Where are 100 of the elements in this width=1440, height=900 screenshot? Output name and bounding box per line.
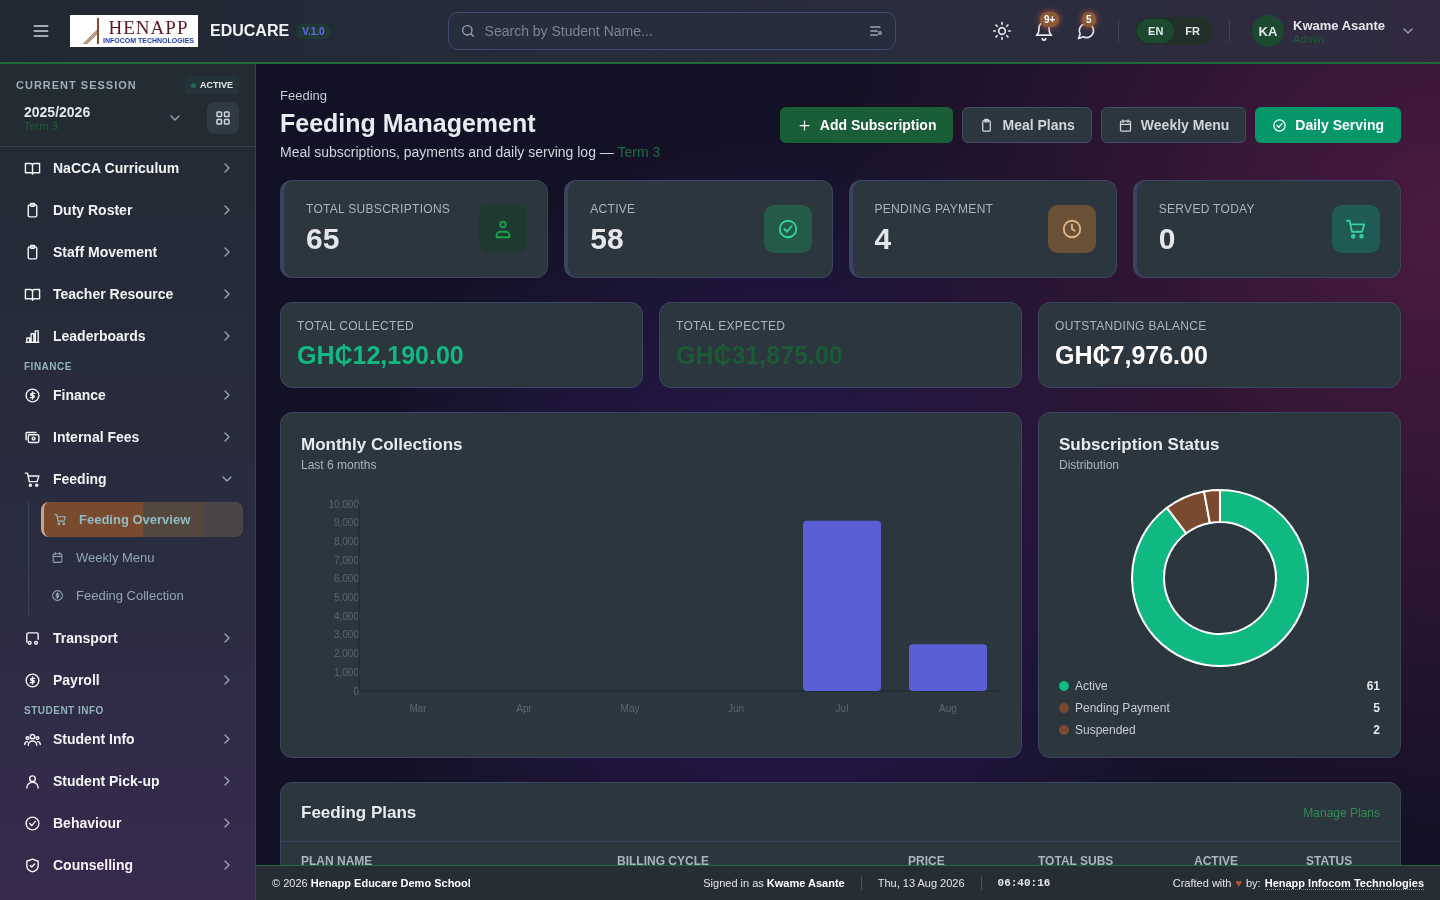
version-badge: V.1.0 [296,23,331,39]
stat-value: 65 [306,222,341,256]
amount-value: GH₵12,190.00 [297,341,465,370]
stat-label: ACTIVE [590,202,636,216]
sidebar-item[interactable]: NaCCA Curriculum [16,147,243,189]
filter-icon[interactable] [867,23,884,39]
amount-label: TOTAL COLLECTED [297,319,415,333]
stat-label: PENDING PAYMENT [874,202,994,216]
card-subtitle: Distribution [1059,458,1121,472]
chat-icon[interactable] [1076,21,1097,41]
legend-label: Active [1075,679,1109,693]
column-header: STATUS [1306,854,1354,865]
dollar-icon [24,386,41,404]
calendar-icon [1117,117,1133,133]
sidebar-item[interactable]: Feeding [16,458,243,500]
legend-value: 5 [1373,701,1380,715]
check-circle-icon [776,218,799,240]
amount-label: OUTSTANDING BALANCE [1055,319,1208,333]
column-header: ACTIVE [1194,854,1239,865]
user-name: Kwame Asante [1293,17,1385,33]
sidebar-item[interactable]: Counselling [16,844,243,886]
card-title: Subscription Status [1059,435,1221,455]
legend-label: Suspended [1075,723,1137,737]
language-option[interactable]: FR [1174,19,1211,43]
session-label: CURRENT SESSION [16,79,137,91]
cart-icon [1345,218,1367,240]
amount-label: TOTAL EXPECTED [676,319,787,333]
sidebar-item[interactable]: Payroll [16,659,243,701]
action-button[interactable]: Add Subscription [779,107,954,143]
amount-value: GH₵7,976.00 [1055,341,1209,370]
heart-icon: ♥ [1235,877,1242,889]
logo-wordmark: HENAPP [108,18,189,37]
check-circle-icon [24,814,41,832]
status-badge: ACTIVE [185,76,239,94]
credit-text: by: [1246,877,1261,889]
sidebar-item[interactable]: Behaviour [16,802,243,844]
avatar[interactable]: KA [1252,15,1284,47]
sidebar-item[interactable]: Staff Movement [16,231,243,273]
card-subtitle: Last 6 months [301,458,378,472]
sidebar-item[interactable]: Student Info [16,718,243,760]
bell-icon[interactable] [1034,21,1055,41]
stat-label: TOTAL SUBSCRIPTIONS [306,202,451,216]
plus-icon [796,117,812,133]
language-option[interactable]: EN [1137,19,1175,43]
cart-icon [24,470,41,488]
credit-text: Crafted with [1172,877,1232,889]
grid-icon [214,109,232,127]
action-button[interactable]: Daily Serving [1255,107,1401,143]
submenu-item[interactable]: Weekly Menu [41,540,243,575]
column-header: TOTAL SUBS [1038,854,1115,865]
cart-icon [54,513,67,526]
stat-value: 58 [590,222,625,256]
stat-value: 4 [874,222,893,256]
sidebar-item[interactable]: Teacher Resource [16,273,243,315]
copyright-text: © 2026 Henapp Educare Demo School [272,877,471,889]
sidebar-item[interactable]: Transport [16,617,243,659]
count-badge: 5 [1082,12,1096,27]
sidebar-item[interactable]: Student Pick-up [16,760,243,802]
legend-value: 2 [1373,723,1380,737]
check-circle-icon [1272,117,1288,133]
search-field[interactable]: Search by Student Name... [447,12,896,50]
calendar-icon [51,551,64,564]
legend-label: Pending Payment [1075,701,1171,715]
app-name: EDUCARE [210,22,290,40]
count-badge: 9+ [1040,12,1060,27]
date-text: Thu, 13 Aug 2026 [877,877,965,889]
dollar-icon [51,589,64,602]
legend-value: 61 [1366,679,1380,693]
dollar-icon [24,671,41,689]
column-header: PLAN NAME [301,854,374,865]
sidebar-item[interactable]: Leaderboards [16,315,243,357]
action-button[interactable]: Weekly Menu [1100,107,1247,143]
card-title: Feeding Plans [301,803,417,823]
bar-chart-icon [24,327,41,345]
sidebar-item[interactable]: Finance [16,374,243,416]
card-title: Monthly Collections [301,435,464,455]
stat-value: 0 [1158,222,1177,256]
sidebar-item[interactable]: Internal Fees [16,416,243,458]
submenu-item[interactable]: Feeding Collection [41,578,243,613]
clock-icon [1060,218,1083,240]
sun-icon[interactable] [992,21,1013,41]
column-header: PRICE [908,854,946,865]
shield-icon [24,856,41,874]
column-header: BILLING CYCLE [617,854,710,865]
person-icon [24,772,41,790]
page-title: Feeding Management [280,109,537,138]
clock-text: 06:40:16 [997,877,1051,889]
page-subtitle: Meal subscriptions, payments and daily serving log — Term 3 [280,144,661,160]
action-button[interactable]: Meal Plans [962,107,1092,143]
section-heading: STUDENT INFO [23,704,105,718]
signed-in-text: Signed in as Kwame Asante [703,877,845,889]
search-icon [459,23,476,39]
section-heading: FINANCE [23,360,73,374]
submenu-item[interactable]: Feeding Overview [41,502,243,537]
apps-button[interactable] [207,102,239,134]
company-link[interactable]: Henapp Infocom Technologies [1264,876,1424,890]
breadcrumb[interactable]: Feeding [280,88,661,103]
vehicle-icon [24,629,41,647]
stat-label: SERVED TODAY [1158,202,1255,216]
sidebar-item[interactable]: Duty Roster [16,189,243,231]
